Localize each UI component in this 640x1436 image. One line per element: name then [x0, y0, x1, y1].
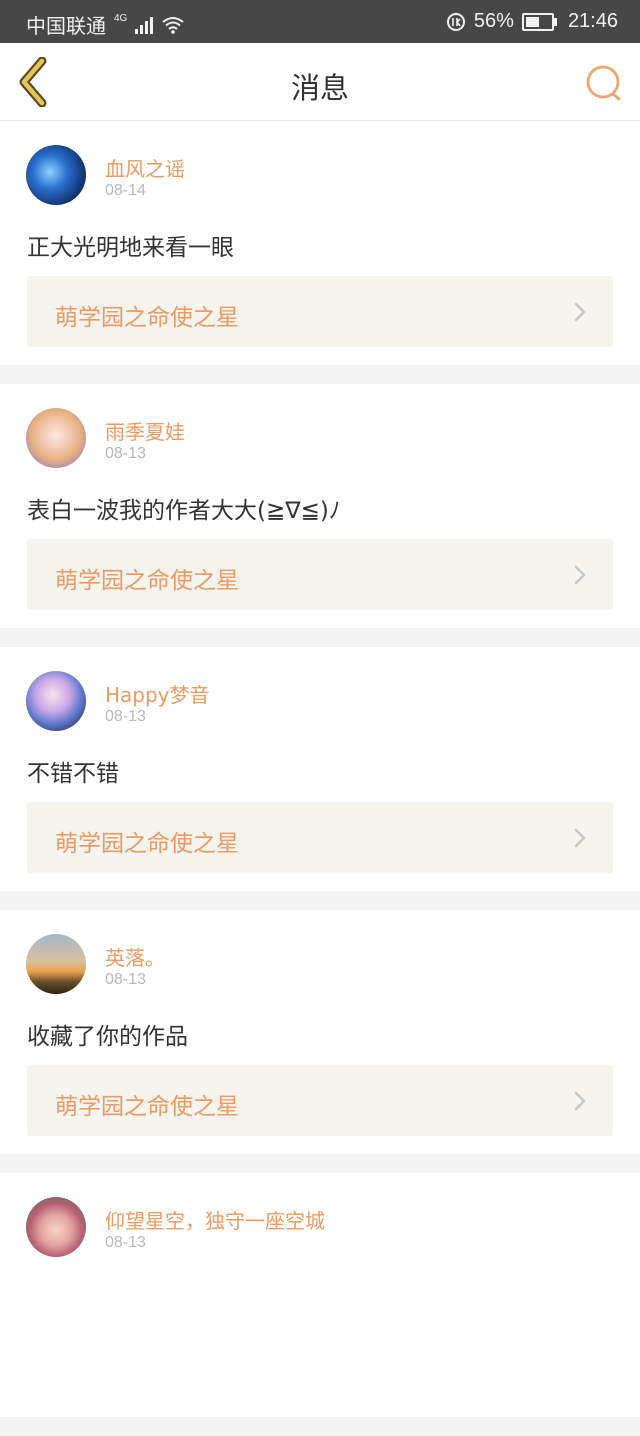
user-name[interactable]: 血风之谣	[105, 153, 185, 182]
work-title: 萌学园之命使之星	[55, 568, 239, 594]
chevron-right-icon	[574, 1091, 586, 1111]
battery-percent: 56%	[473, 10, 514, 32]
message-card: Happy梦音 08-13 不错不错 萌学园之命使之星	[0, 647, 640, 891]
message-card: 雨季夏娃 08-13 表白一波我的作者大大(≧∇≦)ﾉ 萌学园之命使之星	[0, 384, 640, 628]
work-link[interactable]: 萌学园之命使之星	[27, 539, 613, 610]
carrier-label: 中国联通	[26, 16, 106, 38]
search-icon	[586, 65, 621, 101]
header-bar: 消息	[0, 43, 640, 121]
chevron-right-icon	[574, 565, 586, 585]
message-date: 08-13	[105, 971, 146, 988]
data-saver-icon	[446, 12, 465, 31]
avatar[interactable]	[26, 1197, 86, 1257]
avatar[interactable]	[26, 408, 86, 468]
work-title: 萌学园之命使之星	[55, 831, 239, 857]
message-date: 08-13	[105, 708, 146, 725]
user-name[interactable]: 英落。	[105, 942, 165, 971]
message-text: 表白一波我的作者大大(≧∇≦)ﾉ	[27, 498, 341, 524]
wifi-icon	[162, 16, 184, 34]
work-link[interactable]: 萌学园之命使之星	[27, 802, 613, 873]
page-title: 消息	[290, 71, 349, 105]
avatar[interactable]	[26, 671, 86, 731]
status-bar: 中国联通 4G 56% 21:46	[0, 0, 640, 43]
avatar[interactable]	[26, 934, 86, 994]
message-text: 不错不错	[27, 761, 119, 787]
message-text: 收藏了你的作品	[27, 1024, 188, 1050]
work-title: 萌学园之命使之星	[55, 1094, 239, 1120]
avatar[interactable]	[26, 145, 86, 205]
chevron-right-icon	[574, 828, 586, 848]
search-button[interactable]	[584, 63, 624, 103]
signal-icon	[135, 16, 154, 34]
user-name[interactable]: 雨季夏娃	[105, 416, 185, 445]
message-list: 血风之谣 08-14 正大光明地来看一眼 萌学园之命使之星 雨季夏娃 08-13…	[0, 121, 640, 1436]
message-date: 08-13	[105, 1234, 146, 1251]
network-type: 4G	[114, 13, 128, 24]
message-card: 仰望星空，独守一座空城 08-13	[0, 1173, 640, 1417]
user-name[interactable]: 仰望星空，独守一座空城	[105, 1205, 325, 1234]
message-card: 英落。 08-13 收藏了你的作品 萌学园之命使之星	[0, 910, 640, 1154]
message-text: 正大光明地来看一眼	[27, 235, 234, 261]
work-title: 萌学园之命使之星	[55, 305, 239, 331]
message-date: 08-14	[105, 182, 146, 199]
chevron-right-icon	[574, 302, 586, 322]
message-card: 血风之谣 08-14 正大光明地来看一眼 萌学园之命使之星	[0, 121, 640, 365]
battery-icon	[521, 12, 557, 31]
user-name[interactable]: Happy梦音	[105, 679, 210, 708]
message-date: 08-13	[105, 445, 146, 462]
clock: 21:46	[567, 10, 618, 32]
work-link[interactable]: 萌学园之命使之星	[27, 276, 613, 347]
work-link[interactable]: 萌学园之命使之星	[27, 1065, 613, 1136]
